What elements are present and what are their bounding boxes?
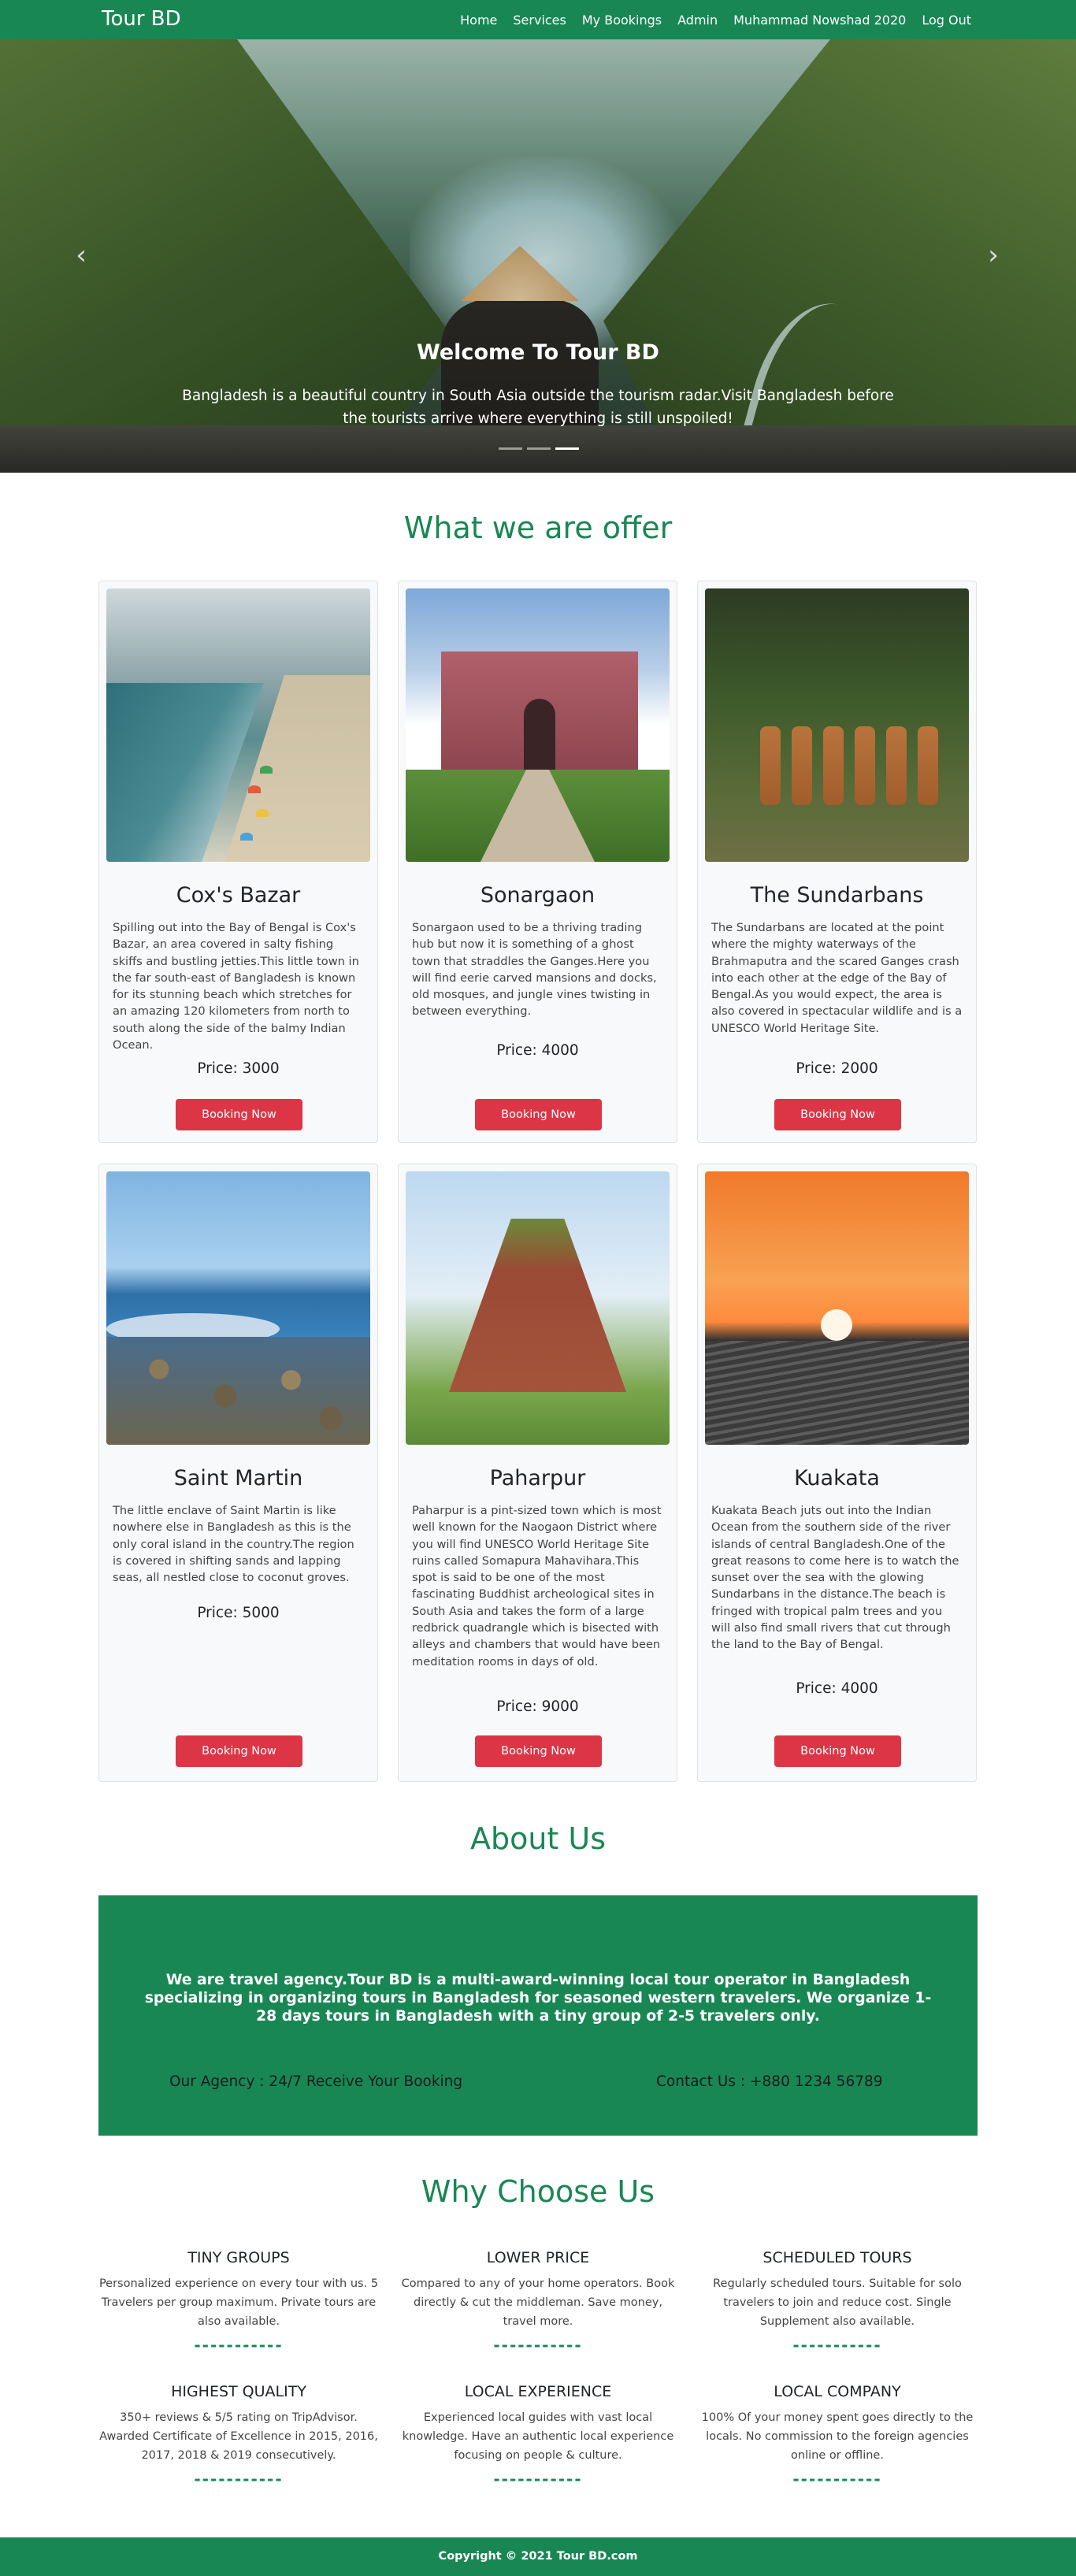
feature-divider: ----------- [194,2336,284,2355]
tour-name: Paharpur [489,1466,586,1490]
feature-title: LOCAL EXPERIENCE [464,2383,612,2400]
contact-phone: Contact Us : +880 1234 56789 [656,2073,883,2090]
tour-price: Price: 5000 [197,1605,280,1621]
hero-carousel: ‹ › Welcome To Tour BD Bangladesh is a b… [0,39,1076,473]
brand-logo[interactable]: Tour BD [102,7,181,31]
tour-card: Saint Martin The little enclave of Saint… [98,1164,378,1782]
tour-name: Cox's Bazar [176,883,301,908]
booking-now-button[interactable]: Booking Now [774,1735,901,1767]
tour-card: The Sundarbans The Sundarbans are locate… [697,581,977,1143]
tour-name: The Sundarbans [750,883,924,908]
feature-description: Regularly scheduled tours. Suitable for … [713,2277,962,2328]
tour-name: Saint Martin [173,1466,303,1490]
feature-divider: ----------- [792,2336,882,2355]
feature-title: LOWER PRICE [486,2249,590,2266]
feature-description: Personalized experience on every tour wi… [98,2277,379,2328]
saint-martin-image [106,1171,370,1445]
tour-description: Paharpur is a pint-sized town which is m… [412,1504,662,1668]
paharpur-image [406,1171,670,1445]
tour-description: The little enclave of Saint Martin is li… [113,1504,354,1585]
feature-title: HIGHEST QUALITY [171,2383,306,2400]
feature-local-company: LOCAL COMPANY 100% Of your money spent g… [696,2383,979,2489]
chevron-left-icon[interactable]: ‹ [69,238,93,273]
hero-title: Welcome To Tour BD [417,340,659,365]
feature-divider: ----------- [493,2470,583,2489]
tour-price: Price: 9000 [496,1698,579,1715]
sonargaon-image [406,588,670,862]
booking-now-button[interactable]: Booking Now [475,1099,602,1130]
footer: Copyright © 2021 Tour BD.com [0,2537,1076,2576]
feature-title: SCHEDULED TOURS [762,2249,912,2266]
feature-title: LOCAL COMPANY [774,2383,901,2400]
tour-price: Price: 4000 [796,1680,878,1697]
nav-home-link[interactable]: Home [460,13,497,28]
tour-card: Sonargaon Sonargaon used to be a thrivin… [398,581,677,1143]
feature-tiny-groups: TINY GROUPS Personalized experience on e… [97,2249,380,2355]
feature-lower-price: LOWER PRICE Compared to any of your home… [396,2249,680,2355]
about-box: We are travel agency.Tour BD is a multi-… [98,1895,978,2136]
tour-name: Kuakata [794,1466,880,1490]
tour-description: The Sundarbans are located at the point … [711,921,963,1035]
feature-local-experience: LOCAL EXPERIENCE Experienced local guide… [396,2383,680,2489]
tour-price: Price: 4000 [496,1042,579,1059]
feature-title: TINY GROUPS [187,2249,290,2266]
booking-now-button[interactable]: Booking Now [176,1735,302,1767]
kuakata-image [705,1171,969,1445]
tour-price: Price: 3000 [197,1060,280,1077]
chevron-right-icon[interactable]: › [981,238,1005,273]
nav-services-link[interactable]: Services [513,13,566,28]
nav-user-name[interactable]: Muhammad Nowshad 2020 [733,13,906,28]
feature-scheduled-tours: SCHEDULED TOURS Regularly scheduled tour… [696,2249,979,2355]
hero-text: Bangladesh is a beautiful country in Sou… [182,388,894,427]
nav-links: Home Services My Bookings Admin Muhammad… [444,13,971,28]
nav-admin-link[interactable]: Admin [677,13,718,28]
booking-now-button[interactable]: Booking Now [774,1099,901,1130]
offer-title: What we are offer [403,510,673,545]
about-title: About Us [469,1821,607,1856]
footer-copyright: Copyright © 2021 Tour BD.com [438,2550,638,2563]
carousel-indicator-1[interactable] [499,447,522,450]
tour-price: Price: 2000 [796,1060,878,1077]
carousel-indicators [499,447,579,450]
feature-highest-quality: HIGHEST QUALITY 350+ reviews & 5/5 ratin… [97,2383,380,2489]
feature-divider: ----------- [194,2470,284,2489]
nav-my-bookings-link[interactable]: My Bookings [582,13,662,28]
tour-description: Kuakata Beach juts out into the Indian O… [711,1504,959,1652]
feature-description: Experienced local guides with vast local… [402,2411,674,2462]
tour-card: Paharpur Paharpur is a pint-sized town w… [398,1164,677,1782]
about-text: We are travel agency.Tour BD is a multi-… [144,1972,932,2025]
tour-card: Cox's Bazar Spilling out into the Bay of… [98,581,378,1143]
tour-card: Kuakata Kuakata Beach juts out into the … [697,1164,977,1782]
tour-name: Sonargaon [480,883,596,908]
feature-description: 100% Of your money spent goes directly t… [701,2411,974,2462]
why-title: Why Choose Us [421,2174,655,2209]
feature-divider: ----------- [792,2470,882,2489]
feature-description: 350+ reviews & 5/5 rating on TripAdvisor… [99,2411,378,2462]
sundarbans-image [705,588,969,862]
booking-now-button[interactable]: Booking Now [176,1099,302,1130]
navbar: Tour BD Home Services My Bookings Admin … [0,0,1076,39]
tour-description: Spilling out into the Bay of Bengal is C… [113,921,359,1052]
booking-now-button[interactable]: Booking Now [475,1735,602,1767]
carousel-indicator-3[interactable] [555,447,579,450]
feature-divider: ----------- [493,2336,583,2355]
nav-logout-link[interactable]: Log Out [922,13,971,28]
feature-description: Compared to any of your home operators. … [401,2277,675,2328]
agency-hours: Our Agency : 24/7 Receive Your Booking [169,2073,463,2090]
coxs-bazar-image [106,588,370,862]
tour-description: Sonargaon used to be a thriving trading … [412,921,657,1019]
carousel-indicator-2[interactable] [527,447,551,450]
